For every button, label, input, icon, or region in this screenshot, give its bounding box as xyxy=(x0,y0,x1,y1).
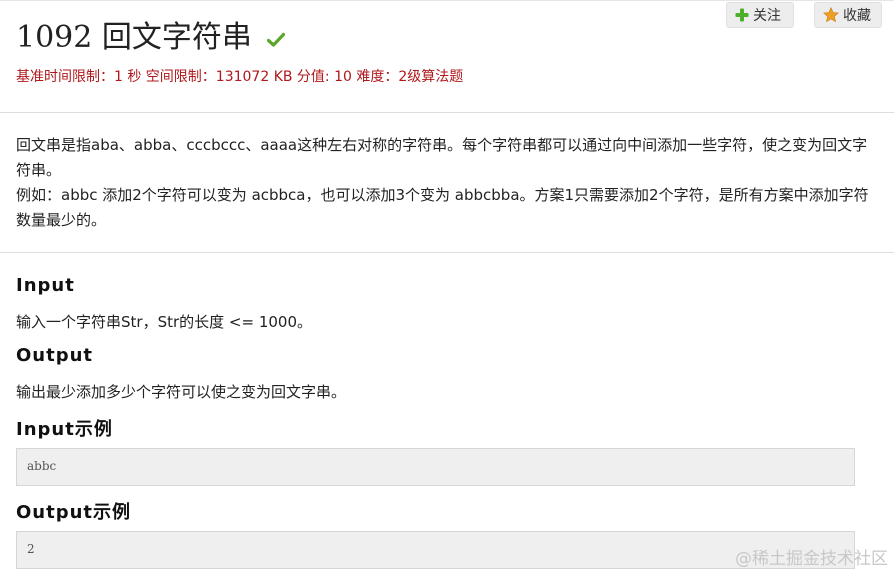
description-paragraph-1: 回文串是指aba、abba、cccbccc、aaaa这种左右对称的字符串。每个字… xyxy=(16,136,868,179)
plus-icon xyxy=(735,8,749,22)
favorite-button[interactable]: 收藏 xyxy=(814,2,882,28)
output-heading: Output xyxy=(16,345,94,366)
output-example-heading: Output示例 xyxy=(16,502,132,523)
problem-meta: 基准时间限制：1 秒 空间限制：131072 KB 分值: 10 难度：2级算法… xyxy=(16,69,464,85)
follow-label: 关注 xyxy=(753,8,781,24)
page-title: 1092 回文字符串 xyxy=(16,20,286,57)
input-description: 输入一个字符串Str，Str的长度 <= 1000。 xyxy=(16,313,312,331)
star-icon xyxy=(823,7,839,23)
section-divider xyxy=(0,252,894,253)
problem-title-text: 1092 回文字符串 xyxy=(16,20,252,55)
output-description: 输出最少添加多少个字符可以使之变为回文字串。 xyxy=(16,383,347,401)
input-example-box: abbc xyxy=(16,448,855,486)
description-paragraph-2: 例如：abbc 添加2个字符可以变为 acbbca，也可以添加3个变为 abbc… xyxy=(16,186,869,229)
watermark: @稀土掘金技术社区 xyxy=(735,549,888,569)
input-example-heading: Input示例 xyxy=(16,419,113,440)
problem-description: 回文串是指aba、abba、cccbccc、aaaa这种左右对称的字符串。每个字… xyxy=(16,133,876,233)
problem-header: 1092 回文字符串 关注 收藏 基准时间限制：1 秒 空间限制：131072 … xyxy=(0,0,894,113)
input-heading: Input xyxy=(16,275,75,296)
output-example-box: 2 xyxy=(16,531,855,569)
checkmark-icon xyxy=(267,21,286,57)
follow-button[interactable]: 关注 xyxy=(726,2,794,28)
favorite-label: 收藏 xyxy=(843,8,871,24)
